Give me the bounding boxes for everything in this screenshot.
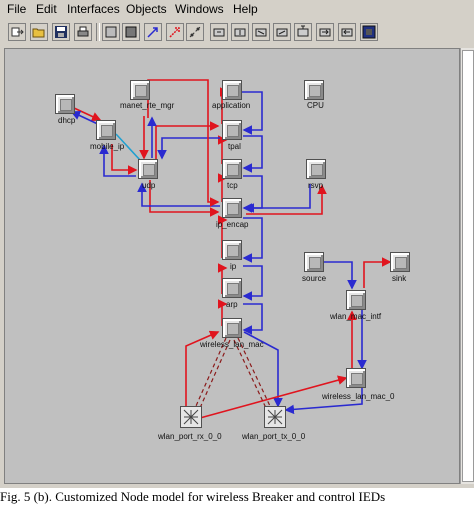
node-cpu[interactable] (304, 80, 324, 100)
module-icon (135, 85, 147, 97)
module-icon (143, 164, 155, 176)
node-manet-rte-mgr[interactable] (130, 80, 150, 100)
node-ip[interactable] (222, 240, 242, 260)
link-tpal-tcp[interactable] (242, 135, 263, 173)
node-tcp-label: tcp (227, 181, 238, 190)
node-manet-rte-mgr-label: manet_rte_mgr (120, 101, 175, 110)
statwire-wlm-rx-2[interactable] (199, 339, 231, 409)
node-wireless-lan-mac-label: wireless_lan_mac (200, 340, 264, 349)
module-icon (227, 203, 239, 215)
module-icon (227, 125, 239, 137)
module-icon (227, 323, 239, 335)
node-wlan-mac-intf-label: wlan_mac_intf (330, 312, 382, 321)
node-application-label: application (212, 101, 251, 110)
node-ip-encap[interactable] (222, 198, 242, 218)
node-wlan-mac-intf[interactable] (346, 290, 366, 310)
node-mobile-ip[interactable] (96, 120, 116, 140)
node-editor-window: File Edit Interfaces Objects Windows Hel… (0, 0, 474, 488)
node-sink[interactable] (390, 252, 410, 272)
radio-transmitter-icon (267, 409, 283, 425)
module-icon (309, 85, 321, 97)
module-icon (227, 164, 239, 176)
statwire-wlm-tx-2[interactable] (233, 339, 267, 409)
node-wlan-port-tx-label: wlan_port_tx_0_0 (242, 432, 306, 441)
node-wlan-port-rx[interactable] (180, 406, 202, 428)
link-tpal-udp[interactable] (157, 137, 220, 160)
node-rsvp-label: rsvp (308, 181, 324, 190)
node-arp-label: arp (226, 300, 238, 309)
node-cpu-label: CPU (307, 101, 324, 110)
node-udp[interactable] (138, 159, 158, 179)
module-icon (227, 85, 239, 97)
module-icon (227, 283, 239, 295)
node-dhcp[interactable] (55, 94, 75, 114)
node-wireless-lan-mac[interactable] (222, 318, 242, 338)
figure-caption: Fig. 5 (b). Customized Node model for wi… (0, 489, 474, 507)
node-wlan-port-rx-label: wlan_port_rx_0_0 (158, 432, 222, 441)
node-source[interactable] (304, 252, 324, 272)
module-icon (351, 373, 363, 385)
module-icon (227, 245, 239, 257)
link-application-tpal[interactable] (240, 91, 263, 135)
link-tcp-ipencap[interactable] (242, 175, 263, 213)
link-arp-wlm[interactable] (242, 303, 263, 335)
module-icon (351, 295, 363, 307)
node-source-label: source (302, 274, 327, 283)
link-ip-arp[interactable] (242, 265, 263, 301)
node-ip-label: ip (230, 262, 237, 271)
node-wireless-lan-mac-0[interactable] (346, 368, 366, 388)
module-icon (101, 125, 113, 137)
node-wlan-port-tx[interactable] (264, 406, 286, 428)
node-mobile-ip-label: mobile_ip (90, 142, 125, 151)
module-icon (395, 257, 407, 269)
link-rsvp-ipencap[interactable] (244, 184, 311, 213)
link-manet-ipencap[interactable] (147, 79, 220, 207)
node-wireless-lan-mac-0-label: wireless_lan_mac_0 (322, 392, 395, 401)
module-icon (311, 164, 323, 176)
node-arp[interactable] (222, 278, 242, 298)
node-sink-label: sink (392, 274, 407, 283)
node-application[interactable] (222, 80, 242, 100)
node-tpal[interactable] (222, 120, 242, 140)
node-tcp[interactable] (222, 159, 242, 179)
node-udp-label: udp (142, 181, 156, 190)
module-icon (60, 99, 72, 111)
radio-receiver-icon (183, 409, 199, 425)
node-ip-encap-label: ip_encap (216, 220, 249, 229)
node-dhcp-label: dhcp (58, 116, 76, 125)
link-intf-sink[interactable] (363, 257, 392, 288)
module-icon (309, 257, 321, 269)
node-tpal-label: tpal (228, 142, 241, 151)
node-rsvp[interactable] (306, 159, 326, 179)
